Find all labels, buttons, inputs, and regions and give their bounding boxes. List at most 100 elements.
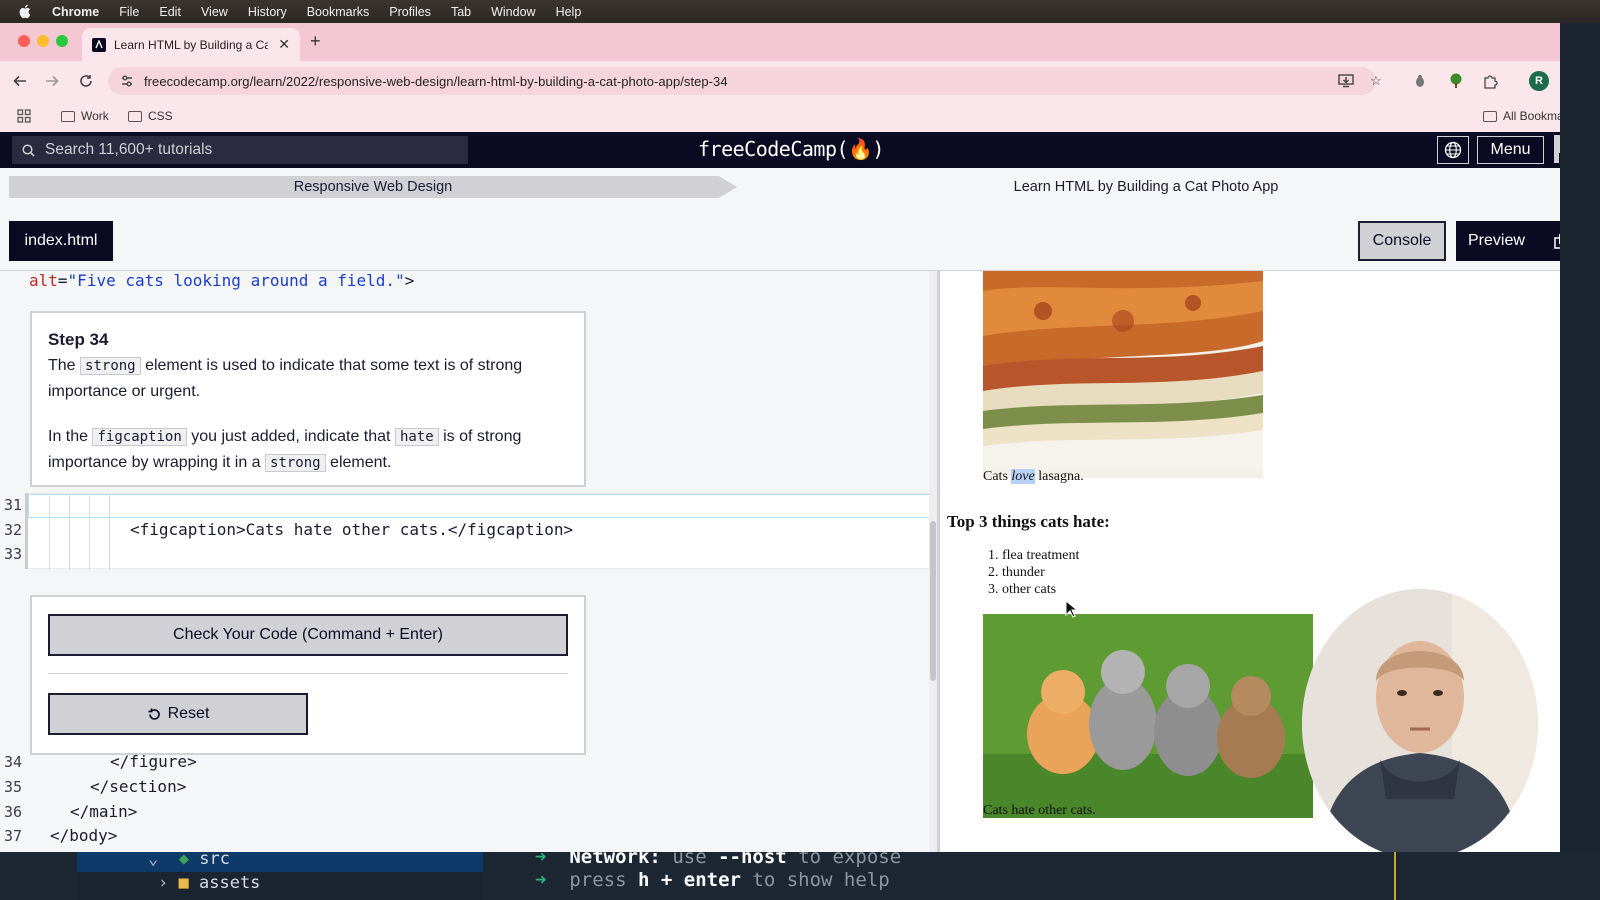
zoom-window-button[interactable] (56, 35, 68, 47)
back-arrow-icon[interactable] (9, 70, 31, 92)
extensions-puzzle-icon[interactable] (1480, 71, 1500, 91)
file-tree-folder-src[interactable]: ⌄ ◆ src (148, 852, 230, 869)
console-toggle-button[interactable]: Console (1358, 221, 1446, 261)
menubar-file[interactable]: File (119, 5, 139, 19)
search-icon (22, 144, 35, 162)
code-line[interactable]: </figure> (110, 752, 197, 771)
code-line[interactable]: </section> (90, 777, 186, 796)
code-line[interactable]: </body> (50, 826, 117, 845)
prompt-arrow-icon: ➜ (535, 869, 547, 891)
menubar-bookmarks[interactable]: Bookmarks (307, 5, 370, 19)
reset-button[interactable]: Reset (48, 693, 308, 735)
code-string: "Five cats looking around a field." (67, 271, 405, 290)
text: The (48, 356, 76, 374)
forward-arrow-icon[interactable] (41, 70, 63, 92)
file-tab-index-html[interactable]: index.html (9, 221, 113, 261)
file-tree-selected-row[interactable] (77, 852, 483, 872)
reset-icon (147, 707, 162, 722)
apple-icon[interactable] (18, 4, 32, 19)
browser-toolbar: freecodecamp.org/learn/2022/responsive-w… (0, 61, 1592, 101)
prompt-arrow-icon: ➜ (535, 852, 547, 868)
caption-text: lasagna. (1034, 469, 1084, 484)
bookmark-folder-work[interactable]: Work (61, 109, 109, 123)
editable-region[interactable]: <figcaption>Cats hate other cats.</figca… (28, 493, 937, 570)
language-globe-icon[interactable] (1437, 136, 1469, 164)
line-number: 37 (3, 827, 22, 845)
terminal-text: to expose (798, 852, 902, 868)
terminal-line-network: ➜ Network: use --host to expose (535, 852, 901, 868)
code-folder-icon: ◆ (178, 852, 189, 869)
close-window-button[interactable] (18, 35, 30, 47)
folder-icon (61, 110, 75, 122)
terminal-line-help: ➜ press h + enter to show help (535, 869, 890, 891)
menubar-history[interactable]: History (248, 5, 287, 19)
tab-strip: Learn HTML by Building a Cat Photo App ✕… (0, 23, 1592, 61)
browser-chrome: Learn HTML by Building a Cat Photo App ✕… (0, 23, 1592, 132)
profile-avatar[interactable]: R (1529, 71, 1549, 91)
terminal-keys: h + enter (638, 869, 741, 891)
inline-code: figcaption (92, 427, 187, 446)
new-tab-button[interactable]: + (310, 31, 321, 52)
indent-guide (109, 494, 110, 570)
list-item: thunder (1002, 564, 1079, 581)
install-app-icon[interactable] (1336, 71, 1356, 91)
menubar-window[interactable]: Window (491, 5, 535, 19)
menubar-edit[interactable]: Edit (159, 5, 181, 19)
site-settings-icon[interactable] (120, 74, 134, 88)
lasagna-image (983, 271, 1263, 478)
inline-code: strong (80, 356, 141, 375)
menu-button[interactable]: Menu (1477, 136, 1544, 164)
extension-tree-icon[interactable] (1446, 71, 1466, 91)
code-attr: alt (29, 271, 58, 290)
text: In the (48, 427, 89, 445)
code-editor-pane: alt="Five cats looking around a field.">… (0, 271, 937, 852)
indent-guide (69, 494, 70, 570)
fcc-logo[interactable]: freeCodeCamp(🔥) (698, 137, 884, 161)
menubar-app-name[interactable]: Chrome (52, 5, 99, 19)
search-placeholder: Search 11,600+ tutorials (45, 141, 213, 158)
reload-icon[interactable] (75, 70, 97, 92)
editor-tabs-row: index.html Console Preview (0, 211, 1582, 271)
breadcrumb-block[interactable]: Learn HTML by Building a Cat Photo App (740, 176, 1552, 198)
minimize-window-button[interactable] (37, 35, 49, 47)
bookmark-star-icon[interactable]: ☆ (1366, 71, 1386, 91)
menubar-view[interactable]: View (201, 5, 228, 19)
reset-label: Reset (167, 705, 210, 722)
folder-icon: ■ (178, 873, 189, 893)
bookmarks-bar: Work CSS All Bookmarks (0, 101, 1592, 132)
code-line-figcaption[interactable]: <figcaption>Cats hate other cats.</figca… (130, 520, 573, 539)
url-text: freecodecamp.org/learn/2022/responsive-w… (144, 73, 728, 89)
preview-ordered-list: flea treatment thunder other cats (983, 547, 1079, 598)
menubar-tab[interactable]: Tab (451, 5, 471, 19)
menubar-profiles[interactable]: Profiles (389, 5, 431, 19)
bookmark-label: Work (81, 109, 109, 123)
text: you just added, indicate that (191, 427, 391, 445)
editor-scrollbar[interactable] (929, 271, 937, 852)
macos-menubar: Chrome File Edit View History Bookmarks … (0, 0, 1600, 23)
tab-close-icon[interactable]: ✕ (278, 36, 290, 53)
apps-grid-icon[interactable] (17, 109, 31, 123)
terminal-flag: --host (718, 852, 787, 868)
search-input[interactable]: Search 11,600+ tutorials (12, 136, 468, 164)
breadcrumb-superblock[interactable]: Responsive Web Design (9, 176, 737, 198)
figcaption-kittens: Cats hate other cats. (983, 803, 1096, 818)
mouse-cursor-icon (1065, 599, 1079, 623)
list-item: other cats (1002, 581, 1079, 598)
browser-tab-active[interactable]: Learn HTML by Building a Cat Photo App ✕ (82, 28, 300, 61)
action-panel: Check Your Code (Command + Enter) Reset (30, 595, 586, 755)
list-item: flea treatment (1002, 547, 1079, 564)
fcc-favicon-icon (92, 37, 106, 52)
code-line[interactable]: </main> (70, 802, 137, 821)
check-code-button[interactable]: Check Your Code (Command + Enter) (48, 614, 568, 656)
file-tree-folder-assets[interactable]: › ■ assets (158, 873, 260, 893)
folder-icon (1483, 110, 1497, 122)
menubar-help[interactable]: Help (556, 5, 582, 19)
bookmark-label: CSS (148, 109, 173, 123)
line-number: 34 (3, 753, 22, 771)
scrollbar-thumb[interactable] (930, 521, 936, 681)
folder-label: assets (199, 873, 261, 893)
code-line-alt[interactable]: alt="Five cats looking around a field."> (29, 271, 937, 295)
address-bar[interactable]: freecodecamp.org/learn/2022/responsive-w… (108, 67, 1376, 95)
extension-bug-icon[interactable] (1410, 71, 1430, 91)
bookmark-folder-css[interactable]: CSS (128, 109, 173, 123)
